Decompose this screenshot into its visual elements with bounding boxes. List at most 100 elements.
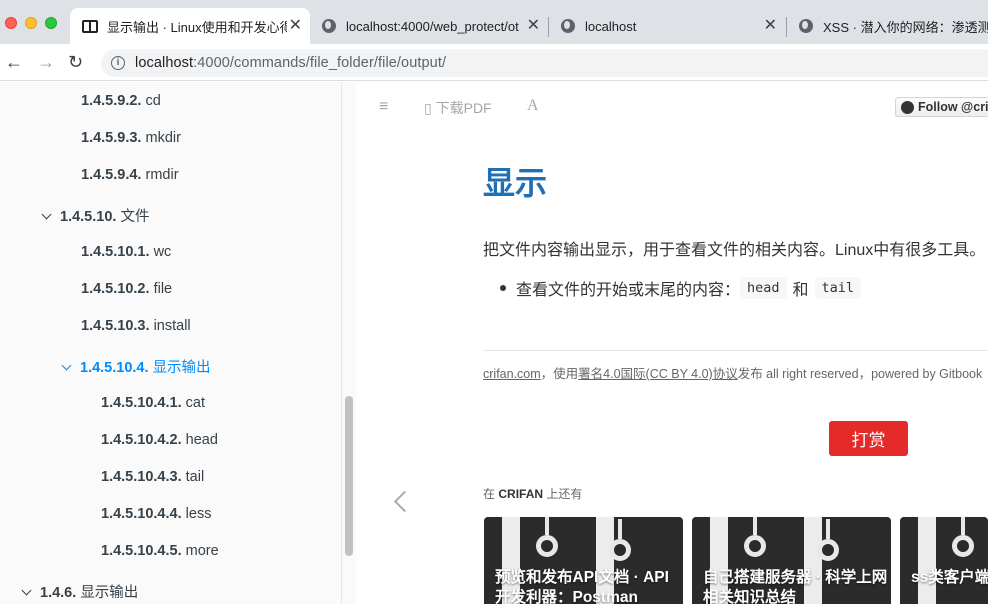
close-tab-icon[interactable]: ✕ — [764, 17, 777, 35]
url-text[interactable]: localhost:4000/commands/file_folder/file… — [135, 55, 446, 71]
toc-label: cat — [185, 395, 205, 411]
toc-item-display-output[interactable]: 1.4.6. 显示输出 — [21, 581, 139, 602]
card-pattern — [536, 535, 558, 557]
tab-active[interactable]: 显示输出 · Linux使用和开发心得 ✕ — [70, 8, 310, 44]
toc-number: 1.4.5.10. — [60, 209, 117, 225]
recommend-card[interactable]: 预览和发布API文档 · API开发利器：Postman — [484, 517, 683, 604]
toc-number: 1.4.5.10.4.2. — [101, 432, 182, 448]
toc-number: 1.4.5.10.2. — [81, 281, 150, 297]
tab-xss[interactable]: XSS · 潜入你的网络：渗透测试 — [787, 8, 988, 44]
footer-mid: ，使用 — [540, 367, 579, 381]
close-window-button[interactable] — [5, 17, 17, 29]
toc-item-less[interactable]: 1.4.5.10.4.4. less — [101, 506, 211, 522]
toc-label: cd — [145, 93, 161, 109]
globe-icon — [799, 19, 813, 33]
bullet-and: 和 — [792, 282, 809, 299]
card-title: 预览和发布API文档 · API开发利器：Postman — [495, 569, 669, 604]
follow-label: Follow @cri — [918, 100, 988, 114]
toc-item-head[interactable]: 1.4.5.10.4.2. head — [101, 432, 218, 448]
tab-title: localhost — [585, 18, 637, 34]
tab-localhost[interactable]: localhost ✕ — [549, 8, 785, 44]
footer-license-link[interactable]: 署名4.0国际(CC BY 4.0)协议 — [578, 367, 738, 381]
toc-item-install[interactable]: 1.4.5.10.3. install — [81, 318, 191, 334]
toc-number: 1.4.5.10.4.3. — [101, 469, 182, 485]
toc-item-more[interactable]: 1.4.5.10.4.5. more — [101, 543, 219, 559]
toc-number: 1.4.5.9.4. — [81, 167, 142, 183]
card-title: 自己搭建服务器 · 科学上网相关知识总结 — [703, 569, 888, 604]
chevron-down-icon[interactable] — [21, 585, 32, 596]
address-bar[interactable]: i localhost:4000/commands/file_folder/fi… — [101, 49, 988, 77]
footer-site-link[interactable]: crifan.com — [483, 367, 541, 381]
toc-item-cat[interactable]: 1.4.5.10.4.1. cat — [101, 395, 205, 411]
zoom-window-button[interactable] — [45, 17, 57, 29]
card-pattern — [826, 519, 830, 539]
reload-icon[interactable]: ↻ — [68, 51, 83, 73]
toc-label: tail — [185, 469, 205, 485]
url-host: localhost — [135, 55, 194, 71]
card-pattern — [918, 517, 936, 604]
toc-item-file-section[interactable]: 1.4.5.10. 文件 — [41, 205, 150, 226]
toc-item-mkdir[interactable]: 1.4.5.9.3. mkdir — [81, 130, 181, 146]
toc-number: 1.4.6. — [40, 585, 77, 601]
toc-item-output-active[interactable]: 1.4.5.10.4. 显示输出 — [61, 356, 211, 377]
github-icon — [901, 100, 914, 114]
card-pattern — [952, 535, 974, 557]
card-title: ss类客户端 · 科学上网相 — [911, 569, 988, 586]
previous-page-arrow-icon[interactable] — [393, 490, 416, 513]
card-pattern — [744, 535, 766, 557]
card-pattern — [817, 539, 839, 561]
toc-label: rmdir — [145, 167, 179, 183]
toc-item-file[interactable]: 1.4.5.10.2. file — [81, 281, 172, 297]
pdf-label: 下载PDF — [435, 100, 492, 116]
tab-title: 显示输出 · Linux使用和开发心得 — [107, 19, 287, 35]
card-pattern — [618, 519, 622, 539]
menu-icon[interactable]: ≡ — [379, 98, 388, 116]
list-item: 查看文件的开始或末尾的内容： head 和 tail — [500, 276, 862, 300]
close-tab-icon[interactable]: ✕ — [289, 17, 302, 35]
toc-number: 1.4.5.10.4. — [80, 360, 149, 376]
back-arrow-icon[interactable]: ← — [5, 51, 23, 73]
toc-number: 1.4.5.9.3. — [81, 130, 142, 146]
chevron-down-icon[interactable] — [61, 360, 72, 371]
toc-item-tail[interactable]: 1.4.5.10.4.3. tail — [101, 469, 204, 485]
donate-button[interactable]: 打赏 — [829, 421, 908, 456]
recommend-card[interactable]: 自己搭建服务器 · 科学上网相关知识总结 — [692, 517, 891, 604]
also-suffix: 上还有 — [546, 487, 583, 501]
chevron-down-icon[interactable] — [41, 209, 52, 220]
toc-number: 1.4.5.10.1. — [81, 244, 150, 260]
close-tab-icon[interactable]: ✕ — [527, 17, 540, 35]
toc-number: 1.4.5.10.4.5. — [101, 543, 182, 559]
url-path: :4000/commands/file_folder/file/output/ — [193, 55, 447, 71]
info-icon[interactable]: i — [111, 56, 125, 70]
code-tail: tail — [814, 277, 862, 299]
toc-number: 1.4.5.9.2. — [81, 93, 142, 109]
footer-copyright: crifan.com，使用署名4.0国际(CC BY 4.0)协议发布 all … — [483, 363, 982, 382]
toc-sidebar: 1.4.5.9.2. cd 1.4.5.9.3. mkdir 1.4.5.9.4… — [0, 82, 342, 604]
toc-label: 文件 — [120, 209, 150, 225]
pdf-icon: ▯ — [424, 100, 432, 116]
toc-label: 显示输出 — [80, 585, 139, 601]
toc-label: more — [185, 543, 219, 559]
toc-label: 显示输出 — [152, 360, 211, 376]
code-head: head — [740, 277, 787, 299]
toc-item-cd[interactable]: 1.4.5.9.2. cd — [81, 93, 161, 109]
also-on-heading: 在 CRIFAN 上还有 — [483, 485, 582, 502]
toc-number: 1.4.5.10.4.4. — [101, 506, 182, 522]
toc-item-wc[interactable]: 1.4.5.10.1. wc — [81, 244, 171, 260]
globe-icon — [322, 19, 336, 33]
download-pdf-link[interactable]: ▯ 下载PDF — [424, 98, 492, 118]
also-brand: CRIFAN — [498, 487, 544, 501]
github-follow-button[interactable]: Follow @cri — [895, 97, 988, 117]
book-icon — [82, 19, 98, 33]
minimize-window-button[interactable] — [25, 17, 37, 29]
toc-item-rmdir[interactable]: 1.4.5.9.4. rmdir — [81, 167, 179, 183]
toc-label: install — [153, 318, 191, 334]
tab-web-protect[interactable]: localhost:4000/web_protect/ot ✕ — [310, 8, 548, 44]
intro-paragraph: 把文件内容输出显示，用于查看文件的相关内容。Linux中有很多工具。 — [483, 242, 986, 259]
recommend-card[interactable]: ss类客户端 · 科学上网相 — [900, 517, 988, 604]
tab-title: XSS · 潜入你的网络：渗透测试 — [823, 19, 988, 35]
sidebar-scroll-thumb[interactable] — [345, 396, 353, 556]
font-settings-icon[interactable]: A — [527, 97, 539, 115]
page-title: 显示 — [483, 165, 548, 201]
forward-arrow-icon[interactable]: → — [37, 51, 55, 73]
